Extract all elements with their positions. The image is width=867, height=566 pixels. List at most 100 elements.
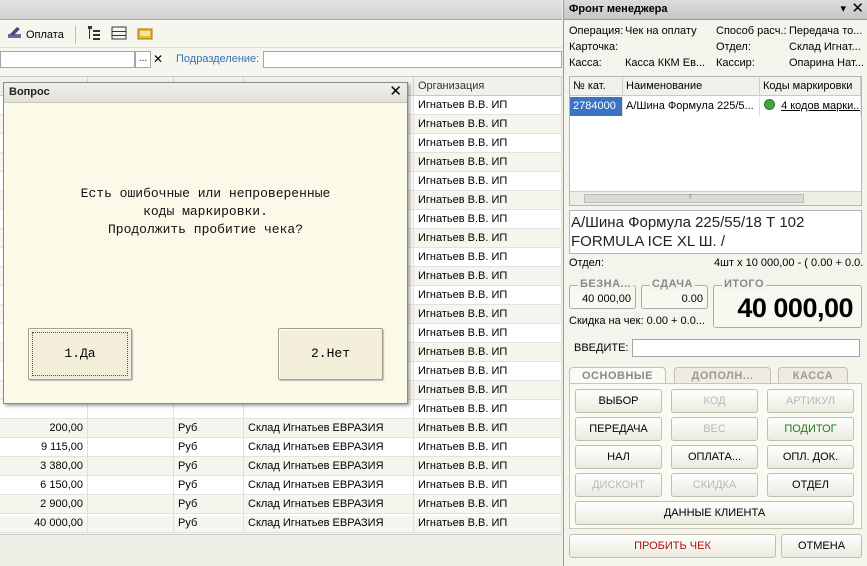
tab-extra[interactable]: ДОПОЛН... xyxy=(674,367,771,384)
no-button[interactable]: 2.Нет xyxy=(278,328,383,380)
organization-cell[interactable]: Игнатьев В.В. ИП xyxy=(414,153,562,172)
organization-cell[interactable]: Игнатьев В.В. ИП xyxy=(414,438,562,457)
warehouse-cell[interactable]: Склад Игнатьев ЕВРАЗИЯ xyxy=(244,438,414,457)
sum-cell[interactable]: 200,00 xyxy=(0,419,88,438)
empty-cell[interactable] xyxy=(88,419,174,438)
list-view-button[interactable] xyxy=(108,25,130,45)
sum-cell[interactable]: 6 150,00 xyxy=(0,476,88,495)
currency-cell[interactable]: Руб xyxy=(174,514,244,533)
sum-cell[interactable]: 40 000,00 xyxy=(0,514,88,533)
warehouse-cell[interactable]: Склад Игнатьев ЕВРАЗИЯ xyxy=(244,457,414,476)
filter-select-button[interactable]: ... xyxy=(135,51,151,68)
marking-codes-cell[interactable]: 4 кодов марки... xyxy=(760,97,861,116)
currency-cell[interactable]: Руб xyxy=(174,457,244,476)
change-value: 0.00 xyxy=(681,293,703,305)
table-row[interactable]: 40 000,00 Руб Склад Игнатьев ЕВРАЗИЯ Игнать… xyxy=(0,514,562,533)
organization-cell[interactable]: Игнатьев В.В. ИП xyxy=(414,495,562,514)
organization-cell[interactable]: Игнатьев В.В. ИП xyxy=(414,267,562,286)
table-row[interactable]: 2 900,00 Руб Склад Игнатьев ЕВРАЗИЯ Игнатье… xyxy=(0,495,562,514)
department-input[interactable] xyxy=(263,51,562,68)
marking-codes-link[interactable]: 4 кодов марки... xyxy=(781,100,860,112)
organization-cell[interactable]: Игнатьев В.В. ИП xyxy=(414,172,562,191)
horizontal-scrollbar[interactable]: г xyxy=(570,191,861,205)
article-button[interactable]: АРТИКУЛ xyxy=(767,389,854,413)
table-row[interactable]: 200,00 Руб Склад Игнатьев ЕВРАЗИЯ Игнатьев … xyxy=(0,419,562,438)
print-check-button[interactable]: ПРОБИТЬ ЧЕК xyxy=(569,534,776,558)
currency-cell[interactable]: Руб xyxy=(174,419,244,438)
column-header-marking-codes[interactable]: Коды маркировки xyxy=(760,77,861,96)
organization-cell[interactable]: Игнатьев В.В. ИП xyxy=(414,400,562,419)
organization-cell[interactable]: Игнатьев В.В. ИП xyxy=(414,362,562,381)
empty-cell[interactable] xyxy=(88,457,174,476)
tab-cash[interactable]: КАССА xyxy=(778,367,848,384)
organization-cell[interactable]: Игнатьев В.В. ИП xyxy=(414,248,562,267)
organization-cell[interactable]: Игнатьев В.В. ИП xyxy=(414,96,562,115)
sum-cell[interactable]: 2 900,00 xyxy=(0,495,88,514)
catalog-number-cell[interactable]: 2784000 xyxy=(570,97,623,116)
department-button[interactable]: ОТДЕЛ xyxy=(767,473,854,497)
empty-cell[interactable] xyxy=(88,495,174,514)
weight-button[interactable]: ВЕС xyxy=(671,417,758,441)
total-caption: ИТОГО xyxy=(722,278,767,290)
currency-cell[interactable]: Руб xyxy=(174,476,244,495)
organization-cell[interactable]: Игнатьев В.В. ИП xyxy=(414,305,562,324)
organization-cell[interactable]: Игнатьев В.В. ИП xyxy=(414,476,562,495)
sum-cell[interactable]: 9 115,00 xyxy=(0,438,88,457)
organization-cell[interactable]: Игнатьев В.В. ИП xyxy=(414,419,562,438)
folder-button[interactable] xyxy=(134,25,156,45)
organization-cell[interactable]: Игнатьев В.В. ИП xyxy=(414,381,562,400)
organization-cell[interactable]: Игнатьев В.В. ИП xyxy=(414,134,562,153)
organization-cell[interactable]: Игнатьев В.В. ИП xyxy=(414,210,562,229)
warehouse-cell[interactable]: Склад Игнатьев ЕВРАЗИЯ xyxy=(244,495,414,514)
table-row[interactable]: 9 115,00 Руб Склад Игнатьев ЕВРАЗИЯ Игнатье… xyxy=(0,438,562,457)
discount-button[interactable]: СКИДКА xyxy=(671,473,758,497)
cash-button[interactable]: НАЛ xyxy=(575,445,662,469)
payment-button[interactable]: ОПЛАТА... xyxy=(671,445,758,469)
organization-cell[interactable]: Игнатьев В.В. ИП xyxy=(414,457,562,476)
sum-cell[interactable]: 3 380,00 xyxy=(0,457,88,476)
table-row[interactable]: 6 150,00 Руб Склад Игнатьев ЕВРАЗИЯ Игнатье… xyxy=(0,476,562,495)
transfer-button[interactable]: ПЕРЕДАЧА xyxy=(575,417,662,441)
close-icon[interactable]: ✕ xyxy=(851,0,864,18)
warehouse-cell[interactable]: Склад Игнатьев ЕВРАЗИЯ xyxy=(244,419,414,438)
cancel-button[interactable]: ОТМЕНА xyxy=(781,534,862,558)
subtotal-button[interactable]: ПОДИТОГ xyxy=(767,417,854,441)
front-manager-titlebar: Фронт менеджера ▾ ✕ xyxy=(564,0,867,20)
organization-cell[interactable]: Игнатьев В.В. ИП xyxy=(414,191,562,210)
table-row[interactable]: 3 380,00 Руб Склад Игнатьев ЕВРАЗИЯ Игнатье… xyxy=(0,457,562,476)
organization-cell[interactable]: Игнатьев В.В. ИП xyxy=(414,514,562,533)
column-header-name[interactable]: Наименование xyxy=(623,77,760,96)
empty-cell[interactable] xyxy=(88,514,174,533)
code-button[interactable]: КОД xyxy=(671,389,758,413)
discount-card-button[interactable]: ДИСКОНТ xyxy=(575,473,662,497)
currency-cell[interactable]: Руб xyxy=(174,438,244,457)
currency-cell[interactable]: Руб xyxy=(174,495,244,514)
close-icon[interactable]: ✕ xyxy=(389,84,402,100)
pay-button[interactable]: Оплата xyxy=(4,25,67,45)
organization-cell[interactable]: Игнатьев В.В. ИП xyxy=(414,286,562,305)
filter-clear-icon[interactable]: ✕ xyxy=(151,51,165,68)
empty-cell[interactable] xyxy=(88,476,174,495)
select-button[interactable]: ВЫБОР xyxy=(575,389,662,413)
tree-view-button[interactable] xyxy=(84,25,104,45)
input-field[interactable] xyxy=(632,339,860,357)
organization-cell[interactable]: Игнатьев В.В. ИП xyxy=(414,343,562,362)
payment-document-button[interactable]: ОПЛ. ДОК. xyxy=(767,445,854,469)
name-cell[interactable]: А/Шина Формула 225/5... xyxy=(623,97,760,116)
warehouse-cell[interactable]: Склад Игнатьев ЕВРАЗИЯ xyxy=(244,514,414,533)
scrollbar-thumb[interactable]: г xyxy=(584,191,804,203)
column-header-organization[interactable]: Организация xyxy=(414,77,562,96)
organization-cell[interactable]: Игнатьев В.В. ИП xyxy=(414,115,562,134)
empty-cell[interactable] xyxy=(88,438,174,457)
filter-input[interactable] xyxy=(0,51,135,68)
column-header-catalog-number[interactable]: № кат. xyxy=(570,77,623,96)
warehouse-cell[interactable]: Склад Игнатьев ЕВРАЗИЯ xyxy=(244,476,414,495)
organization-cell[interactable]: Игнатьев В.В. ИП xyxy=(414,324,562,343)
table-row[interactable]: 2784000 А/Шина Формула 225/5... 4 кодов … xyxy=(570,97,861,116)
tab-basic[interactable]: ОСНОВНЫЕ xyxy=(569,367,666,384)
client-data-button[interactable]: ДАННЫЕ КЛИЕНТА xyxy=(575,501,854,525)
pin-icon[interactable]: ▾ xyxy=(840,2,846,15)
organization-cell[interactable]: Игнатьев В.В. ИП xyxy=(414,229,562,248)
yes-button[interactable]: 1.Да xyxy=(28,328,132,380)
tab-panel-basic: ВЫБОР КОД АРТИКУЛ ПЕРЕДАЧА ВЕС ПОДИТОГ Н… xyxy=(569,383,862,529)
